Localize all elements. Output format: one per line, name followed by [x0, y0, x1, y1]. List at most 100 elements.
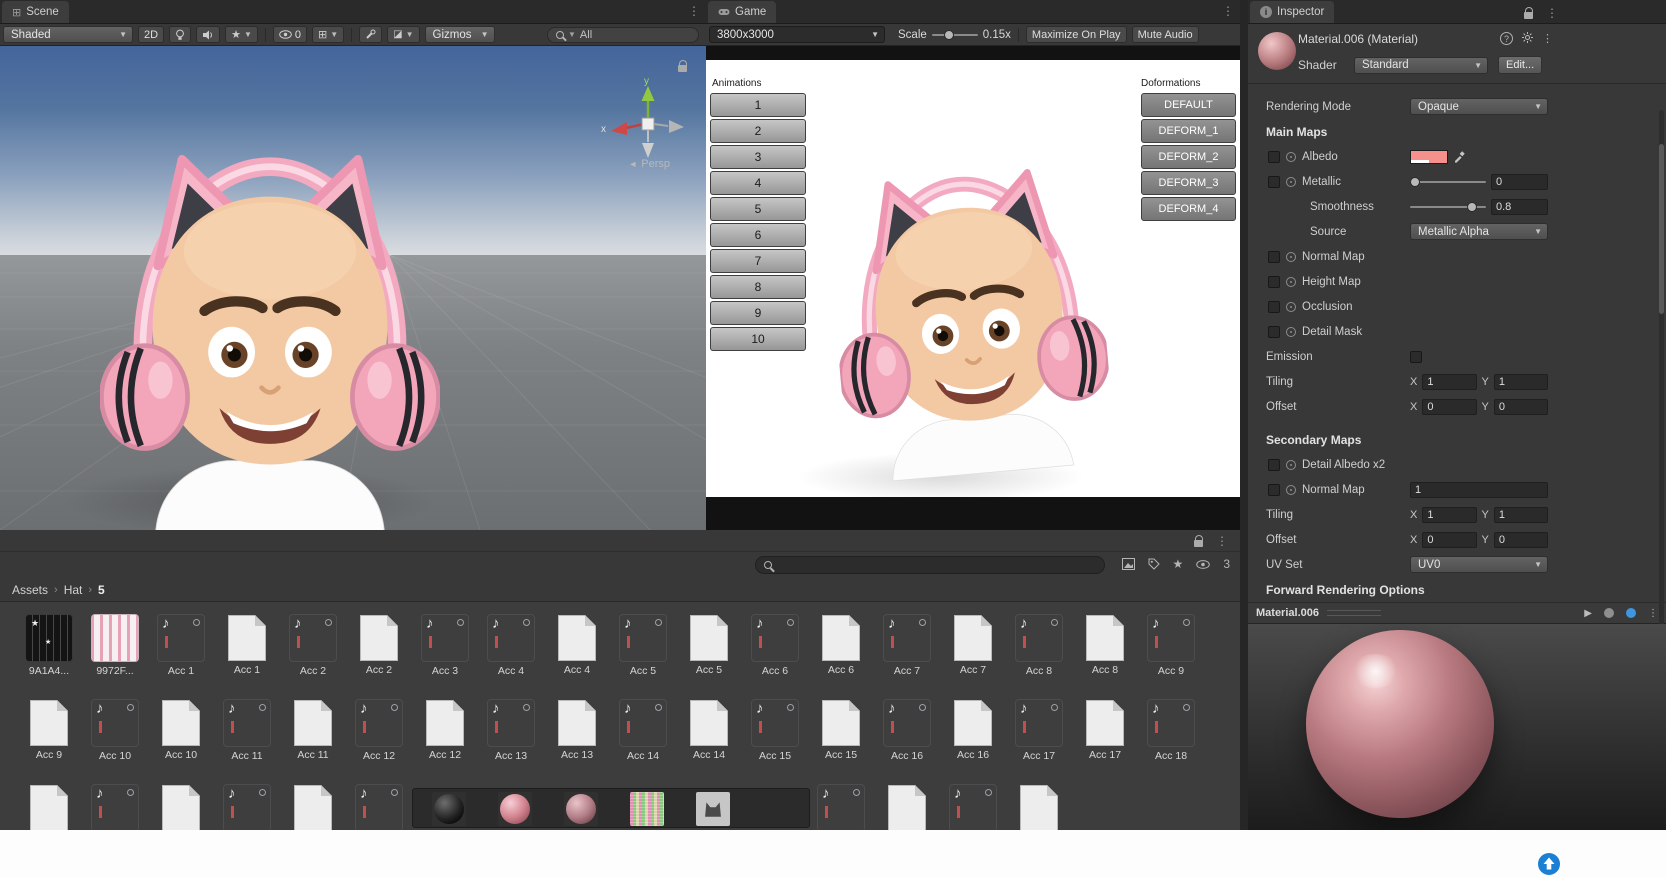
orientation-gizmo[interactable]: y x — [600, 74, 696, 170]
secondary-normal-checkbox[interactable] — [1268, 483, 1280, 496]
albedo-checkbox[interactable] — [1268, 150, 1280, 163]
asset-item[interactable]: ♪ Acc 1 — [148, 614, 214, 699]
asset-item[interactable] — [280, 784, 346, 830]
scale-slider-knob[interactable] — [943, 29, 954, 40]
eye-icon[interactable] — [1196, 559, 1211, 569]
inspector-scrollbar[interactable] — [1659, 110, 1664, 682]
detail-albedo-checkbox[interactable] — [1268, 458, 1280, 471]
breadcrumb-folder[interactable]: Hat — [64, 583, 83, 597]
asset-item[interactable]: 9972F... — [82, 614, 148, 699]
tab-scene[interactable]: ⊞ Scene — [2, 1, 69, 23]
asset-item[interactable]: ♪ Acc 6 — [742, 614, 808, 699]
preview-mesh-icon[interactable] — [1604, 608, 1614, 618]
rendering-mode-dropdown[interactable]: Opaque ▼ — [1410, 98, 1548, 115]
material-thumb-sphere-black[interactable] — [432, 792, 466, 826]
texture-slot-icon[interactable] — [1286, 326, 1296, 337]
favorites-star-icon[interactable]: ★ — [1173, 557, 1184, 571]
asset-item[interactable] — [874, 784, 940, 830]
game-panel-menu-icon[interactable]: ⋮ — [1222, 4, 1234, 18]
maximize-on-play-button[interactable]: Maximize On Play — [1025, 26, 1127, 43]
breadcrumb-assets[interactable]: Assets — [12, 583, 48, 597]
project-search-input[interactable] — [755, 556, 1105, 574]
asset-item[interactable]: ★ ★ 9A1A4... — [16, 614, 82, 699]
animation-button-7[interactable]: 7 — [710, 249, 806, 273]
asset-item[interactable]: Acc 14 — [676, 699, 742, 784]
asset-item[interactable]: ♪ Acc 14 — [610, 699, 676, 784]
scene-panel-menu-icon[interactable]: ⋮ — [688, 4, 700, 18]
asset-item[interactable]: ♪ Acc 8 — [1006, 614, 1072, 699]
asset-item[interactable]: ♪ — [808, 784, 874, 830]
asset-item[interactable]: ♪ Acc 18 — [1138, 699, 1204, 784]
asset-item[interactable]: Acc 2 — [346, 614, 412, 699]
deformation-button-deform_4[interactable]: DEFORM_4 — [1141, 197, 1236, 221]
cloud-sync-badge-icon[interactable] — [1537, 852, 1561, 876]
asset-item[interactable]: ♪ Acc 10 — [82, 699, 148, 784]
deformation-button-deform_3[interactable]: DEFORM_3 — [1141, 171, 1236, 195]
texture-slot-icon[interactable] — [1286, 484, 1296, 495]
animation-button-6[interactable]: 6 — [710, 223, 806, 247]
tiling-x-field[interactable]: 1 — [1422, 373, 1477, 390]
offset-y-field[interactable]: 0 — [1493, 398, 1548, 415]
metallic-slider[interactable] — [1410, 176, 1486, 187]
camera-settings-button[interactable]: ◪ ▼ — [387, 26, 420, 43]
asset-item[interactable]: ♪ — [82, 784, 148, 830]
animation-button-1[interactable]: 1 — [710, 93, 806, 117]
normal-map-checkbox[interactable] — [1268, 250, 1280, 263]
project-menu-icon[interactable]: ⋮ — [1216, 534, 1228, 548]
sprite-packer-icon[interactable] — [1121, 558, 1135, 570]
play-icon[interactable]: ▶ — [1584, 608, 1592, 619]
tools-button[interactable] — [359, 26, 383, 43]
asset-item[interactable]: ♪ Acc 16 — [874, 699, 940, 784]
asset-item[interactable]: Acc 6 — [808, 614, 874, 699]
asset-item[interactable]: Acc 13 — [544, 699, 610, 784]
secondary-offset-x-field[interactable]: 0 — [1422, 531, 1477, 548]
animation-button-10[interactable]: 10 — [710, 327, 806, 351]
material-preview-area[interactable] — [1248, 624, 1666, 830]
scale-slider[interactable] — [931, 29, 978, 40]
texture-slot-icon[interactable] — [1286, 276, 1296, 287]
uv-set-dropdown[interactable]: UV0 ▼ — [1410, 556, 1548, 573]
gizmos-dropdown[interactable]: Gizmos ▼ — [424, 26, 495, 43]
asset-item[interactable]: ♪ Acc 17 — [1006, 699, 1072, 784]
material-thumb-texture-noise[interactable] — [630, 792, 664, 826]
asset-item[interactable]: ♪ Acc 7 — [874, 614, 940, 699]
preview-menu-icon[interactable]: ⋮ — [1648, 608, 1658, 619]
material-thumb-sphere-rose[interactable] — [498, 792, 532, 826]
breadcrumb-current[interactable]: 5 — [98, 583, 105, 597]
asset-item[interactable]: ♪ Acc 13 — [478, 699, 544, 784]
asset-item[interactable]: ♪ Acc 11 — [214, 699, 280, 784]
mute-audio-button[interactable]: Mute Audio — [1131, 26, 1199, 43]
animation-button-9[interactable]: 9 — [710, 301, 806, 325]
game-viewport[interactable]: Animations 1 2 3 4 5 6 7 8 9 10 Doformations DEFA… — [706, 46, 1240, 530]
preview-header[interactable]: Material.006 ▶ ⋮ — [1248, 602, 1666, 624]
deformation-button-deform_2[interactable]: DEFORM_2 — [1141, 145, 1236, 169]
smoothness-value-field[interactable]: 0.8 — [1491, 198, 1548, 215]
texture-slot-icon[interactable] — [1286, 176, 1296, 187]
asset-item[interactable] — [1006, 784, 1072, 830]
shader-edit-button[interactable]: Edit... — [1498, 56, 1543, 74]
asset-item[interactable]: ♪ Acc 2 — [280, 614, 346, 699]
asset-item[interactable]: Acc 5 — [676, 614, 742, 699]
scene-visibility-button[interactable]: 0 — [272, 26, 307, 43]
draw-mode-dropdown[interactable]: Shaded ▼ — [3, 26, 133, 43]
asset-item[interactable]: ♪ Acc 3 — [412, 614, 478, 699]
animation-button-3[interactable]: 3 — [710, 145, 806, 169]
scene-search-input[interactable]: ▼ All — [547, 26, 699, 43]
animation-button-4[interactable]: 4 — [710, 171, 806, 195]
asset-item[interactable]: ♪ Acc 15 — [742, 699, 808, 784]
help-icon[interactable]: ? — [1500, 32, 1513, 45]
asset-item[interactable]: Acc 1 — [214, 614, 280, 699]
smoothness-slider-knob[interactable] — [1467, 201, 1477, 212]
asset-item[interactable]: ♪ Acc 5 — [610, 614, 676, 699]
texture-slot-icon[interactable] — [1286, 151, 1296, 162]
asset-item[interactable]: ♪ — [214, 784, 280, 830]
material-thumb-sphere-mauve[interactable] — [564, 792, 598, 826]
asset-item[interactable]: ♪ Acc 9 — [1138, 614, 1204, 699]
shader-dropdown[interactable]: Standard ▼ — [1354, 56, 1488, 74]
asset-item[interactable]: Acc 4 — [544, 614, 610, 699]
smoothness-slider[interactable] — [1410, 201, 1486, 212]
metallic-slider-knob[interactable] — [1410, 176, 1420, 187]
grid-dropdown-button[interactable]: ⊞ ▼ — [311, 26, 345, 43]
offset-x-field[interactable]: 0 — [1422, 398, 1477, 415]
tiling-y-field[interactable]: 1 — [1493, 373, 1548, 390]
